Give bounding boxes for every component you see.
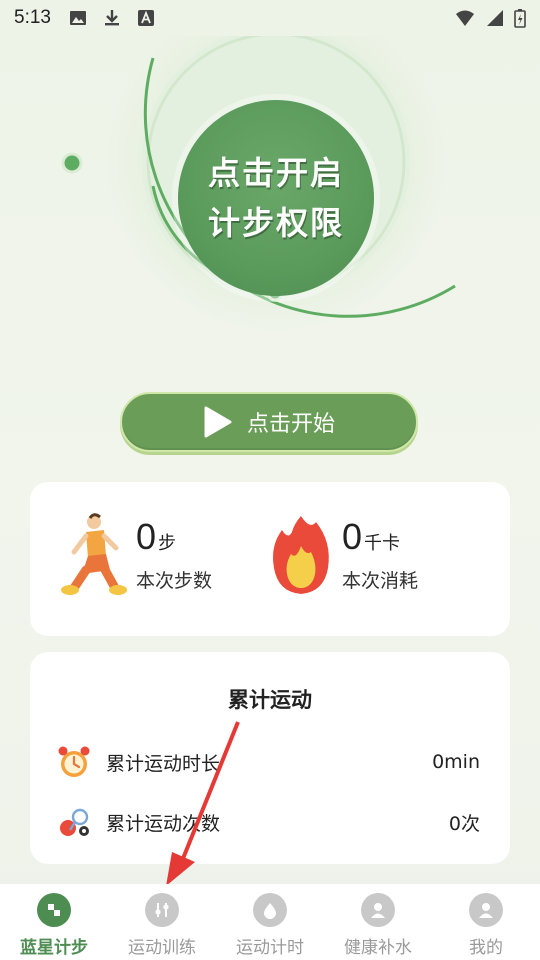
- total-exercise-title: 累计运动: [228, 688, 312, 712]
- session-stats-card: 0步 本次步数 0 千卡 本次消耗: [30, 482, 510, 636]
- steps-icon: [37, 893, 71, 927]
- nav-label-timer: 运动计时: [236, 938, 304, 958]
- sports-balls-icon: [60, 808, 89, 836]
- nav-item-hydration[interactable]: 健康补水: [324, 884, 432, 960]
- total-count-value: 0次: [448, 812, 480, 835]
- total-count-label: 累计运动次数: [106, 812, 221, 835]
- steps-label: 本次步数: [136, 570, 213, 592]
- status-time: 5:13: [14, 7, 51, 28]
- wifi-icon: [456, 10, 474, 26]
- total-duration-label: 累计运动时长: [106, 752, 221, 775]
- image-icon: [69, 11, 86, 25]
- training-icon: [145, 893, 179, 927]
- nav-label-hydration: 健康补水: [344, 938, 412, 958]
- calories-unit: 千卡: [364, 533, 401, 554]
- start-button[interactable]: 点击开始: [120, 392, 418, 452]
- permission-line-1: 点击开启: [207, 154, 344, 192]
- status-bar: 5:13: [0, 0, 540, 36]
- flame-icon: [273, 516, 329, 594]
- permission-line-2: 计步权限: [207, 204, 344, 242]
- calories-label: 本次消耗: [342, 570, 419, 592]
- total-duration-value: 0min: [432, 751, 480, 773]
- nav-item-training[interactable]: 运动训练: [108, 884, 216, 960]
- steps-value: 0: [136, 516, 157, 557]
- step-ring: 点击开启 计步权限: [0, 36, 540, 386]
- nav-item-step-counter[interactable]: 蓝星计步: [0, 884, 108, 960]
- nav-label-training: 运动训练: [128, 938, 196, 958]
- walking-person-icon: [61, 513, 127, 595]
- steps-unit: 步: [158, 533, 177, 554]
- font-icon: [137, 10, 154, 26]
- total-duration-row: 累计运动时长 0min: [56, 744, 480, 780]
- download-icon: [104, 10, 119, 26]
- profile-icon: [469, 893, 503, 927]
- bottom-nav: 蓝星计步 运动训练 运动计时 健康补水 我的: [0, 884, 540, 960]
- person-icon: [361, 893, 395, 927]
- alarm-clock-icon: [58, 746, 90, 777]
- nav-item-profile[interactable]: 我的: [432, 884, 540, 960]
- total-count-row: 累计运动次数 0次: [56, 804, 480, 840]
- total-exercise-card: 累计运动 累计运动时长 0min 累计运动次数 0次: [30, 652, 510, 864]
- start-button-label: 点击开始: [246, 412, 335, 437]
- signal-icon: [487, 10, 503, 26]
- enable-step-permission-button[interactable]: 点击开启 计步权限: [178, 100, 374, 296]
- nav-label-profile: 我的: [469, 938, 503, 958]
- nav-label-step-counter: 蓝星计步: [20, 938, 88, 958]
- ring-marker-outer: [61, 152, 83, 174]
- play-icon: [204, 406, 232, 438]
- timer-icon: [253, 893, 287, 927]
- nav-item-timer[interactable]: 运动计时: [216, 884, 324, 960]
- calories-value: 0: [342, 516, 363, 557]
- battery-icon: [514, 9, 526, 28]
